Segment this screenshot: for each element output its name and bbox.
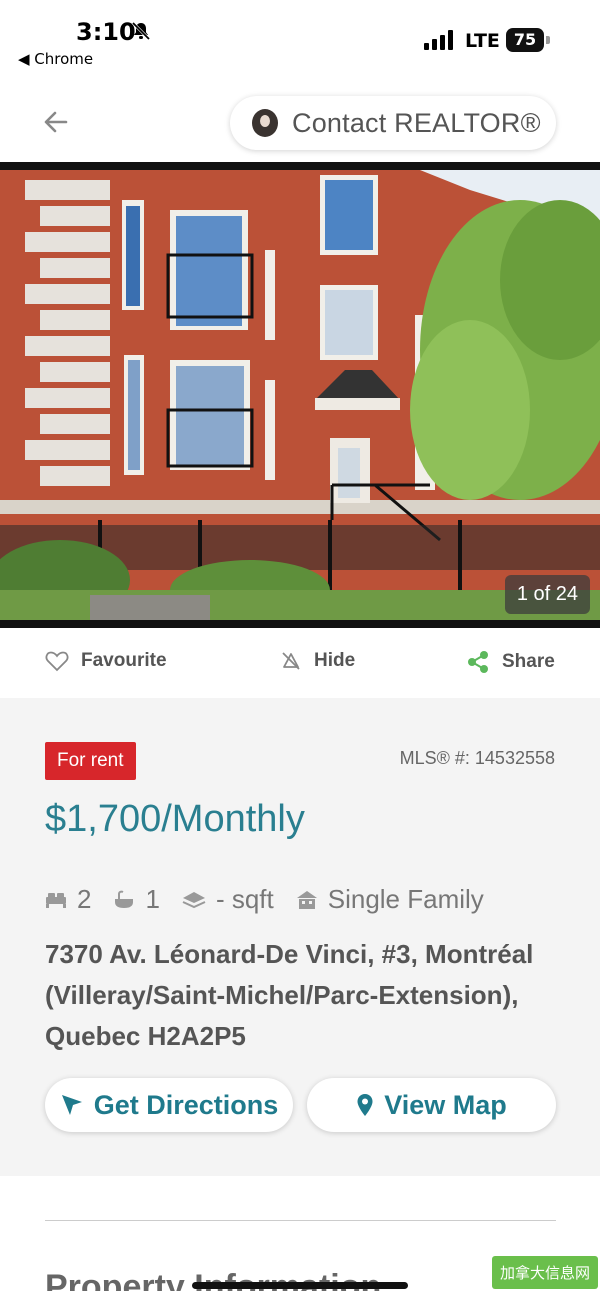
hide-label: Hide (314, 650, 356, 671)
share-button[interactable]: Share (466, 650, 555, 674)
listing-photo[interactable]: 1 of 24 (0, 162, 600, 628)
bedrooms-count: 2 (77, 884, 92, 914)
back-to-app-link[interactable]: ◀ Chrome (18, 50, 93, 68)
property-type: Single Family (327, 884, 484, 914)
home-indicator[interactable] (192, 1282, 408, 1289)
bed-icon (46, 892, 66, 908)
realtor-avatar (252, 109, 278, 137)
area-spec: - sqft (182, 884, 274, 915)
property-type-spec: Single Family (296, 884, 484, 915)
hide-icon (282, 652, 300, 670)
bell-muted-icon (131, 21, 151, 41)
nav-bar: Contact REALTOR® (0, 80, 600, 162)
watermark: 加拿大信息网 (491, 1256, 598, 1289)
signal-icon (424, 30, 453, 50)
layers-icon (182, 891, 206, 908)
status-bar: 3:10 ◀ Chrome LTE 75 (0, 0, 600, 80)
favourite-label: Favourite (81, 650, 167, 671)
navigation-arrow-icon (61, 1095, 82, 1115)
status-time: 3:10 (76, 18, 136, 46)
map-pin-icon (357, 1094, 373, 1116)
favourite-button[interactable]: Favourite (45, 650, 167, 672)
get-directions-button[interactable]: Get Directions (45, 1078, 293, 1132)
bathrooms-count: 1 (145, 884, 160, 914)
listing-details: For rent MLS® #: 14532558 $1,700/Monthly… (0, 698, 600, 1176)
view-map-label: View Map (384, 1089, 507, 1120)
bathtub-icon (115, 890, 134, 908)
building-icon (296, 890, 317, 909)
photo-counter: 1 of 24 (504, 575, 590, 614)
back-arrow-icon[interactable] (40, 108, 72, 136)
building-image (0, 170, 600, 620)
mls-number: MLS® #: 14532558 (399, 748, 555, 768)
heart-icon (45, 651, 69, 672)
listing-price: $1,700/Monthly (45, 798, 305, 840)
for-rent-badge: For rent (45, 742, 136, 780)
listing-address: 7370 Av. Léonard-De Vinci, #3, Montréal … (45, 939, 534, 1051)
listing-specs: 2 1 - sqft Single Family (45, 884, 506, 915)
battery-icon: 75 (506, 28, 550, 52)
hide-button[interactable]: Hide (280, 650, 355, 672)
bathrooms-spec: 1 (113, 884, 160, 915)
battery-level: 75 (506, 28, 544, 52)
contact-realtor-button[interactable]: Contact REALTOR® (230, 96, 556, 150)
action-row: Favourite Hide Share (0, 628, 600, 698)
share-label: Share (502, 651, 555, 672)
contact-realtor-label: Contact REALTOR® (292, 107, 541, 138)
share-icon (468, 651, 488, 673)
bedrooms-spec: 2 (45, 884, 91, 915)
network-label: LTE (465, 30, 500, 52)
section-divider (45, 1220, 556, 1221)
area-sqft: - sqft (215, 884, 274, 914)
view-map-button[interactable]: View Map (307, 1078, 556, 1132)
get-directions-label: Get Directions (93, 1089, 279, 1120)
